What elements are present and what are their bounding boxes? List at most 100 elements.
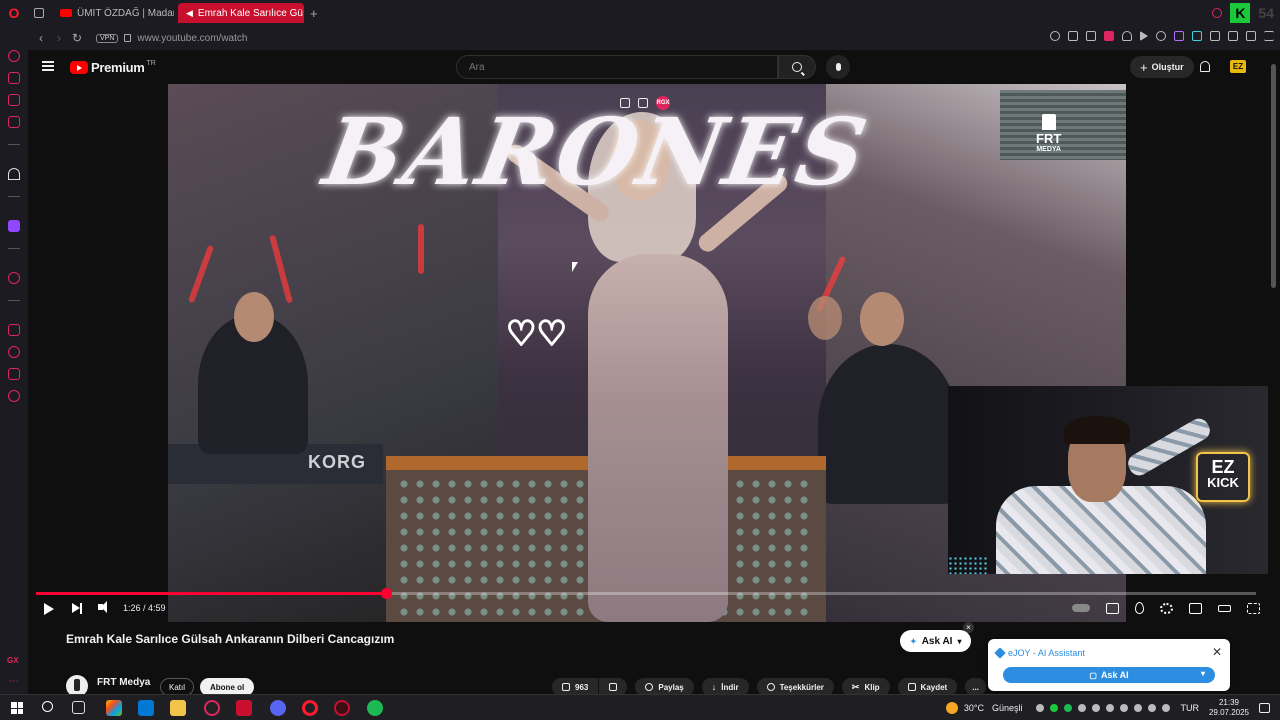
windows-start-icon[interactable] [11, 702, 23, 714]
hamburger-icon[interactable] [42, 61, 54, 71]
account-avatar[interactable]: EZ [1230, 60, 1246, 73]
search-input[interactable]: Ara [456, 55, 778, 79]
theater-mode-icon[interactable] [1218, 604, 1231, 612]
easy-setup-icon[interactable] [1156, 31, 1166, 41]
menu-icon[interactable] [1264, 31, 1274, 41]
vpn-badge[interactable]: VPN [96, 33, 119, 43]
scrollbar-thumb[interactable] [1271, 64, 1276, 288]
pin-icon[interactable] [1068, 31, 1078, 41]
weather-temp[interactable]: 30°C [964, 703, 984, 713]
ejoy-ask-ai-button[interactable]: ▢ Ask AI ▾ [1003, 667, 1215, 683]
lock-icon[interactable] [124, 34, 132, 42]
player-icon[interactable] [1140, 31, 1148, 41]
language-indicator[interactable]: TUR [1180, 703, 1199, 713]
translate-icon[interactable] [1192, 31, 1202, 41]
ask-ai-button[interactable]: ✦ Ask AI ▾ [900, 630, 972, 652]
neon-light [418, 224, 424, 274]
volume-icon[interactable] [98, 601, 107, 613]
share-icon[interactable] [1228, 31, 1238, 41]
ambient-icon[interactable] [1135, 602, 1144, 614]
gx-badge[interactable]: K [1230, 3, 1251, 23]
fullscreen-icon[interactable] [1247, 602, 1260, 614]
taskbar-clock[interactable]: 21:39 29.07.2025 [1209, 698, 1249, 717]
page-scrollbar[interactable] [1268, 50, 1280, 694]
file-explorer-icon[interactable] [170, 700, 186, 716]
settings-gear-icon[interactable] [1160, 602, 1173, 614]
news-icon[interactable] [8, 94, 20, 106]
app-taskbar-icon[interactable] [236, 700, 252, 716]
heart-icon[interactable] [1122, 31, 1132, 41]
play-icon[interactable] [44, 603, 54, 615]
subtitles-icon[interactable] [1106, 602, 1119, 614]
voice-search-button[interactable] [826, 55, 850, 79]
speaker-icon[interactable] [1162, 704, 1171, 712]
reload-button[interactable]: ↻ [68, 31, 86, 45]
tray-icon[interactable] [1064, 704, 1073, 712]
video-progress-bar[interactable] [36, 588, 1256, 599]
player-sidebar-icon[interactable] [8, 272, 20, 284]
more-icon[interactable]: ⋯ [9, 676, 19, 687]
mail-icon[interactable] [8, 116, 20, 128]
weather-desc[interactable]: Güneşli [992, 703, 1023, 713]
miniplayer-icon[interactable] [1189, 602, 1202, 614]
task-view-icon[interactable] [72, 701, 85, 714]
next-icon[interactable] [72, 602, 82, 614]
zoom-icon[interactable] [1050, 31, 1060, 41]
search-button[interactable] [778, 55, 816, 79]
extensions-sidebar-icon[interactable] [8, 368, 20, 380]
discord-icon[interactable] [270, 700, 286, 716]
speaker-icon[interactable]: ◀ [186, 8, 193, 19]
gx-label[interactable]: GX [7, 656, 19, 665]
wifi-icon[interactable] [1148, 704, 1157, 712]
opera-gx-active-icon[interactable] [334, 700, 350, 716]
tab-umit-ozdag[interactable]: ÜMIT ÖZDAĞ | Madara Od [52, 3, 174, 23]
settings-icon[interactable] [8, 390, 20, 402]
workspaces-icon[interactable] [34, 8, 44, 18]
plus-icon: + [1140, 59, 1148, 75]
tray-icon[interactable] [1120, 704, 1129, 712]
tray-icon[interactable] [1078, 704, 1087, 712]
tray-icon[interactable] [1092, 704, 1101, 712]
outlook-icon[interactable] [138, 700, 154, 716]
download-icon[interactable] [1246, 31, 1256, 41]
extensions-icon[interactable] [1210, 31, 1220, 41]
notification-icon[interactable] [1259, 703, 1270, 713]
new-tab-button[interactable]: + [310, 6, 318, 21]
twitch-icon[interactable] [8, 220, 20, 232]
opera-gx-taskbar-icon[interactable] [204, 700, 220, 716]
aria-sidebar-icon[interactable] [8, 168, 20, 180]
notifications-bell-icon[interactable] [1200, 61, 1210, 72]
tab-emrah-kale[interactable]: ◀ Emrah Kale Sarılıce Gü [178, 3, 304, 23]
snapshot-icon[interactable] [1086, 31, 1096, 41]
youtube-logo[interactable]: Premium TR [70, 60, 156, 75]
opera-logo-icon[interactable]: O [0, 0, 28, 26]
tray-icon[interactable] [1050, 704, 1059, 712]
spotify-icon[interactable] [367, 700, 383, 716]
copilot-icon[interactable] [106, 700, 122, 716]
aria-icon[interactable] [1174, 31, 1184, 41]
ejoy-close-button[interactable]: ✕ [1212, 645, 1222, 659]
video-title: Emrah Kale Sarılıce Gülsah Ankaranın Dil… [66, 632, 395, 646]
forward-button[interactable]: › [50, 31, 68, 45]
url-field[interactable]: www.youtube.com/watch [137, 33, 247, 44]
tray-icon[interactable] [1036, 704, 1045, 712]
chevron-down-icon[interactable]: ▾ [1201, 669, 1205, 678]
tray-icon[interactable] [1106, 704, 1115, 712]
taskbar-search-icon[interactable] [42, 701, 53, 712]
pinboard-icon[interactable] [8, 324, 20, 336]
exit-icon[interactable] [638, 98, 648, 108]
tray-icon[interactable] [1134, 704, 1143, 712]
autoplay-toggle[interactable] [1072, 604, 1090, 612]
shield-icon[interactable] [1104, 31, 1114, 41]
rgx-badge[interactable]: RGX [656, 96, 670, 110]
opera-icon[interactable] [302, 700, 318, 716]
create-button[interactable]: + Oluştur [1130, 56, 1194, 78]
pip-popout-icon[interactable] [620, 98, 630, 108]
bag-icon[interactable] [8, 72, 20, 84]
gx-control-icon[interactable] [8, 50, 20, 62]
search-tabs-icon[interactable] [1212, 8, 1223, 18]
history-icon[interactable] [8, 346, 20, 358]
logo-text: Premium [91, 60, 145, 75]
channel-name[interactable]: FRT Medya [97, 677, 150, 688]
back-button[interactable]: ‹ [32, 31, 50, 45]
